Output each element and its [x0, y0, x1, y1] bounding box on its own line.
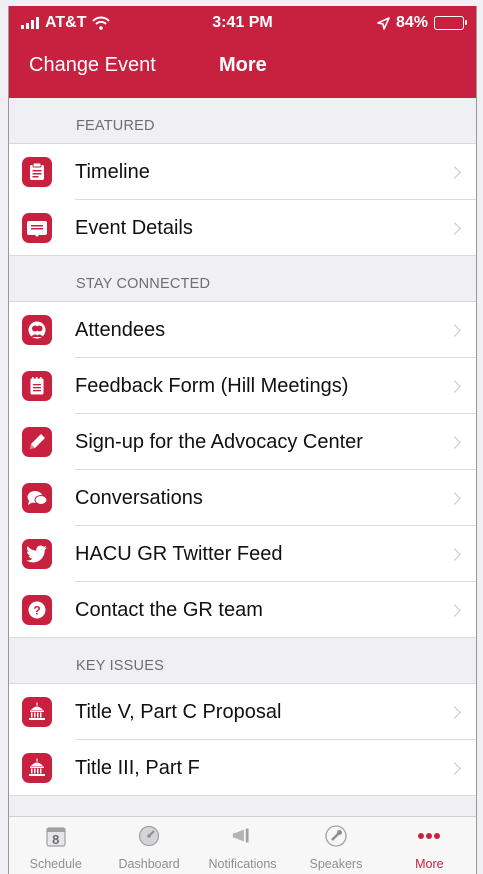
- app-screen: AT&T 3:41 PM 84% Change Event More FEATU…: [8, 6, 477, 874]
- pencil-icon: [22, 427, 52, 457]
- section-header: STAY CONNECTED: [9, 256, 476, 302]
- row-divider: [9, 255, 476, 256]
- section-header: FEATURED: [9, 98, 476, 144]
- svg-text:?: ?: [33, 604, 40, 618]
- page-title: More: [219, 54, 267, 76]
- menu-list: Timeline Event Details: [9, 144, 476, 256]
- tab-bar: 8 Schedule Dashboard Notifications Speakers M…: [9, 816, 476, 874]
- status-bar: AT&T 3:41 PM 84%: [9, 6, 476, 40]
- section-header: KEY ISSUES: [9, 638, 476, 684]
- tab-notifications[interactable]: Notifications: [196, 817, 289, 874]
- menu-list: Attendees Feedback Form (Hill Meetings) Si…: [9, 302, 476, 638]
- menu-item-label: Timeline: [75, 160, 150, 183]
- menu-item-attendees[interactable]: Attendees: [9, 302, 476, 358]
- more-menu: FEATURED Timeline Event Details STAY CONNEC…: [9, 98, 476, 796]
- notepad-icon: [22, 371, 52, 401]
- tab-schedule[interactable]: 8 Schedule: [9, 817, 102, 874]
- menu-item-label: Title III, Part F: [75, 756, 200, 779]
- timeline-icon: [22, 157, 52, 187]
- chevron-right-icon: [448, 379, 461, 393]
- menu-item-conversations[interactable]: Conversations: [9, 470, 476, 526]
- menu-item-label: Attendees: [75, 318, 166, 341]
- tab-label: Schedule: [29, 857, 82, 871]
- menu-item-contact-the-gr-team[interactable]: ? Contact the GR team: [9, 582, 476, 638]
- menu-item-label: Event Details: [75, 216, 193, 239]
- battery-icon: [434, 16, 467, 30]
- menu-item-timeline[interactable]: Timeline: [9, 144, 476, 200]
- capitol-icon: [22, 697, 52, 727]
- tab-label: Speakers: [309, 857, 363, 871]
- menu-item-feedback-form-hill-meetings[interactable]: Feedback Form (Hill Meetings): [9, 358, 476, 414]
- menu-item-title-v-part-c-proposal[interactable]: Title V, Part C Proposal: [9, 684, 476, 740]
- question-icon: ?: [22, 595, 52, 625]
- tab-more[interactable]: More: [383, 817, 476, 874]
- menu-item-sign-up-for-the-advocacy-center[interactable]: Sign-up for the Advocacy Center: [9, 414, 476, 470]
- attendees-icon: [22, 315, 52, 345]
- menu-item-label: Title V, Part C Proposal: [75, 700, 282, 723]
- tab-dashboard[interactable]: Dashboard: [102, 817, 195, 874]
- calendar-icon: 8: [44, 825, 68, 847]
- tab-label: Notifications: [208, 857, 277, 871]
- chevron-right-icon: [448, 165, 461, 179]
- calendar-day-number: 8: [52, 832, 60, 847]
- megaphone-icon: [231, 825, 255, 847]
- menu-item-title-iii-part-f[interactable]: Title III, Part F: [9, 740, 476, 796]
- row-divider: [9, 637, 476, 638]
- chevron-right-icon: [448, 435, 461, 449]
- chat-bubbles-icon: [22, 483, 52, 513]
- dashboard-icon: [137, 825, 161, 847]
- chevron-right-icon: [448, 761, 461, 775]
- menu-item-label: Contact the GR team: [75, 598, 263, 621]
- more-dots-icon: [417, 825, 441, 847]
- chevron-right-icon: [448, 323, 461, 337]
- tab-label: Dashboard: [118, 857, 180, 871]
- microphone-icon: [324, 825, 348, 847]
- twitter-icon: [22, 539, 52, 569]
- row-divider: [9, 795, 476, 796]
- menu-item-hacu-gr-twitter-feed[interactable]: HACU GR Twitter Feed: [9, 526, 476, 582]
- tab-speakers[interactable]: Speakers: [289, 817, 382, 874]
- menu-list: Title V, Part C Proposal Title III, Part …: [9, 684, 476, 796]
- menu-item-event-details[interactable]: Event Details: [9, 200, 476, 256]
- menu-item-label: HACU GR Twitter Feed: [75, 542, 283, 565]
- change-event-button[interactable]: Change Event: [29, 54, 156, 77]
- nav-bar: Change Event More: [9, 40, 476, 98]
- menu-item-label: Sign-up for the Advocacy Center: [75, 430, 363, 453]
- event-details-icon: [22, 213, 52, 243]
- chevron-right-icon: [448, 603, 461, 617]
- status-time: 3:41 PM: [212, 14, 273, 31]
- capitol-icon: [22, 753, 52, 783]
- tab-label: More: [415, 857, 444, 871]
- app-header: AT&T 3:41 PM 84% Change Event More: [9, 6, 476, 98]
- chevron-right-icon: [448, 221, 461, 235]
- menu-item-label: Feedback Form (Hill Meetings): [75, 374, 349, 397]
- menu-item-label: Conversations: [75, 486, 203, 509]
- chevron-right-icon: [448, 705, 461, 719]
- chevron-right-icon: [448, 491, 461, 505]
- chevron-right-icon: [448, 547, 461, 561]
